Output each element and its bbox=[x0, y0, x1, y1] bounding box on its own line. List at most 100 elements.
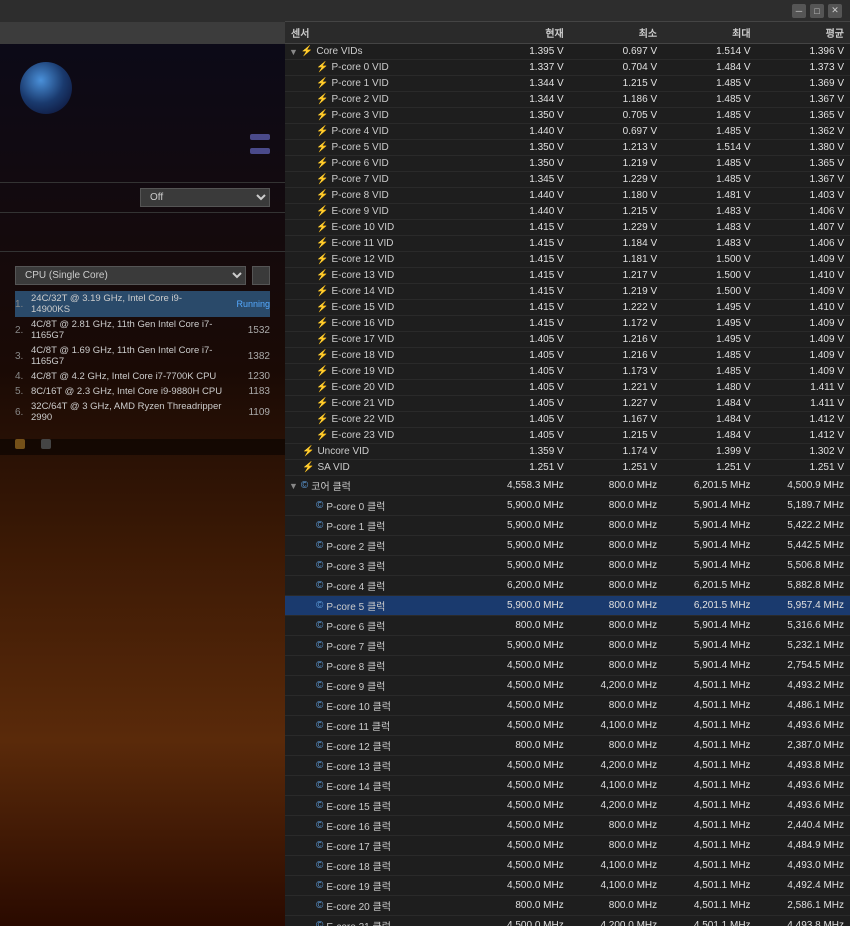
table-row[interactable]: ▼ ⚡ Core VIDs 1.395 V 0.697 V 1.514 V 1.… bbox=[285, 44, 850, 60]
table-row[interactable]: © E-core 12 클럭 800.0 MHz 800.0 MHz 4,501… bbox=[285, 736, 850, 756]
table-row[interactable]: ⚡ E-core 17 VID 1.405 V 1.216 V 1.495 V … bbox=[285, 332, 850, 348]
table-row[interactable]: © E-core 20 클럭 800.0 MHz 800.0 MHz 4,501… bbox=[285, 896, 850, 916]
table-row[interactable]: © P-core 3 클럭 5,900.0 MHz 800.0 MHz 5,90… bbox=[285, 556, 850, 576]
table-row[interactable]: © E-core 10 클럭 4,500.0 MHz 800.0 MHz 4,5… bbox=[285, 696, 850, 716]
table-row[interactable]: ⚡ E-core 22 VID 1.405 V 1.167 V 1.484 V … bbox=[285, 412, 850, 428]
table-row[interactable]: © E-core 18 클럭 4,500.0 MHz 4,100.0 MHz 4… bbox=[285, 856, 850, 876]
sensor-max: 5,901.4 MHz bbox=[663, 516, 756, 536]
table-row[interactable]: ⚡ P-core 3 VID 1.350 V 0.705 V 1.485 V 1… bbox=[285, 108, 850, 124]
table-row[interactable]: ⚡ E-core 16 VID 1.415 V 1.172 V 1.495 V … bbox=[285, 316, 850, 332]
sensor-avg: 1.409 V bbox=[757, 364, 850, 380]
table-row[interactable]: © E-core 15 클럭 4,500.0 MHz 4,200.0 MHz 4… bbox=[285, 796, 850, 816]
col-min: 최소 bbox=[570, 22, 663, 44]
sensor-name: © E-core 9 클럭 bbox=[303, 678, 470, 693]
table-row[interactable]: ⚡ P-core 1 VID 1.344 V 1.215 V 1.485 V 1… bbox=[285, 76, 850, 92]
table-row[interactable]: ⚡ E-core 18 VID 1.405 V 1.216 V 1.485 V … bbox=[285, 348, 850, 364]
rank-score: 1183 bbox=[235, 386, 270, 397]
details-button[interactable] bbox=[252, 266, 270, 285]
cpu-icon: © bbox=[316, 920, 323, 926]
table-row[interactable]: © E-core 14 클럭 4,500.0 MHz 4,100.0 MHz 4… bbox=[285, 776, 850, 796]
sensor-name: © E-core 10 클럭 bbox=[303, 698, 470, 713]
table-row[interactable]: ⚡ P-core 7 VID 1.345 V 1.229 V 1.485 V 1… bbox=[285, 172, 850, 188]
sensor-current: 800.0 MHz bbox=[476, 896, 569, 916]
sensor-min: 1.216 V bbox=[570, 348, 663, 364]
sensor-max: 1.251 V bbox=[663, 460, 756, 476]
minimize-button[interactable]: ─ bbox=[792, 4, 806, 18]
col-sensor: 센서 bbox=[285, 22, 476, 44]
table-row[interactable]: ⚡ E-core 23 VID 1.405 V 1.215 V 1.484 V … bbox=[285, 428, 850, 444]
sensor-current: 6,200.0 MHz bbox=[476, 576, 569, 596]
sensor-min: 0.697 V bbox=[570, 124, 663, 140]
sensor-current: 1.350 V bbox=[476, 140, 569, 156]
table-row[interactable]: © P-core 2 클럭 5,900.0 MHz 800.0 MHz 5,90… bbox=[285, 536, 850, 556]
sensor-name-cell: ⚡ P-core 0 VID bbox=[285, 60, 476, 76]
expand-icon[interactable]: ▼ bbox=[289, 47, 298, 57]
table-row[interactable]: ⚡ P-core 2 VID 1.344 V 1.186 V 1.485 V 1… bbox=[285, 92, 850, 108]
table-row[interactable]: © E-core 13 클럭 4,500.0 MHz 4,200.0 MHz 4… bbox=[285, 756, 850, 776]
table-row[interactable]: © E-core 16 클럭 4,500.0 MHz 800.0 MHz 4,5… bbox=[285, 816, 850, 836]
sensor-avg: 4,492.4 MHz bbox=[757, 876, 850, 896]
table-row[interactable]: ⚡ Uncore VID 1.359 V 1.174 V 1.399 V 1.3… bbox=[285, 444, 850, 460]
table-row[interactable]: ⚡ P-core 5 VID 1.350 V 1.213 V 1.514 V 1… bbox=[285, 140, 850, 156]
table-row[interactable]: © E-core 11 클럭 4,500.0 MHz 4,100.0 MHz 4… bbox=[285, 716, 850, 736]
table-row[interactable]: ⚡ E-core 15 VID 1.415 V 1.222 V 1.495 V … bbox=[285, 300, 850, 316]
sensor-max: 1.399 V bbox=[663, 444, 756, 460]
sensor-current: 5,900.0 MHz bbox=[476, 536, 569, 556]
ranking-filter-select[interactable]: CPU (Single Core) bbox=[15, 266, 246, 285]
sensor-min: 1.221 V bbox=[570, 380, 663, 396]
table-row[interactable]: ⚡ E-core 14 VID 1.415 V 1.219 V 1.500 V … bbox=[285, 284, 850, 300]
sensor-min: 1.167 V bbox=[570, 412, 663, 428]
bolt-icon: ⚡ bbox=[316, 142, 328, 153]
table-row[interactable]: ⚡ E-core 10 VID 1.415 V 1.229 V 1.483 V … bbox=[285, 220, 850, 236]
table-row[interactable]: ⚡ E-core 12 VID 1.415 V 1.181 V 1.500 V … bbox=[285, 252, 850, 268]
single-core-start-button[interactable] bbox=[250, 148, 270, 154]
table-row[interactable]: © P-core 5 클럭 5,900.0 MHz 800.0 MHz 6,20… bbox=[285, 596, 850, 616]
sensor-name-cell: © P-core 0 클럭 bbox=[285, 496, 476, 516]
table-row[interactable]: ⚡ E-core 21 VID 1.405 V 1.227 V 1.484 V … bbox=[285, 396, 850, 412]
duration-select[interactable]: Off bbox=[140, 188, 270, 207]
sensor-name-cell: © P-core 3 클럭 bbox=[285, 556, 476, 576]
ranking-list: 1. 24C/32T @ 3.19 GHz, Intel Core i9-149… bbox=[15, 291, 270, 425]
table-row[interactable]: © P-core 6 클럭 800.0 MHz 800.0 MHz 5,901.… bbox=[285, 616, 850, 636]
table-row[interactable]: ⚡ E-core 9 VID 1.440 V 1.215 V 1.483 V 1… bbox=[285, 204, 850, 220]
table-row[interactable]: © P-core 1 클럭 5,900.0 MHz 800.0 MHz 5,90… bbox=[285, 516, 850, 536]
table-row[interactable]: ⚡ SA VID 1.251 V 1.251 V 1.251 V 1.251 V bbox=[285, 460, 850, 476]
sensor-table-container[interactable]: 센서 현재 최소 최대 평균 ▼ ⚡ Core VIDs 1.395 V 0.6… bbox=[285, 22, 850, 926]
table-row[interactable]: ▼ © 코어 클럭 4,558.3 MHz 800.0 MHz 6,201.5 … bbox=[285, 476, 850, 496]
table-row[interactable]: ⚡ P-core 8 VID 1.440 V 1.180 V 1.481 V 1… bbox=[285, 188, 850, 204]
sensor-min: 4,100.0 MHz bbox=[570, 856, 663, 876]
sensor-max: 1.514 V bbox=[663, 44, 756, 60]
sensor-max: 1.485 V bbox=[663, 108, 756, 124]
table-row[interactable]: © E-core 9 클럭 4,500.0 MHz 4,200.0 MHz 4,… bbox=[285, 676, 850, 696]
table-row[interactable]: ⚡ P-core 0 VID 1.337 V 0.704 V 1.484 V 1… bbox=[285, 60, 850, 76]
sensor-min: 800.0 MHz bbox=[570, 736, 663, 756]
table-row[interactable]: ⚡ P-core 6 VID 1.350 V 1.219 V 1.485 V 1… bbox=[285, 156, 850, 172]
sensor-current: 1.415 V bbox=[476, 236, 569, 252]
sensor-current: 1.405 V bbox=[476, 412, 569, 428]
sensor-max: 6,201.5 MHz bbox=[663, 476, 756, 496]
multi-core-start-button[interactable] bbox=[250, 134, 270, 140]
sensor-current: 5,900.0 MHz bbox=[476, 556, 569, 576]
bolt-icon: ⚡ bbox=[316, 190, 328, 201]
maximize-button[interactable]: □ bbox=[810, 4, 824, 18]
table-row[interactable]: ⚡ E-core 20 VID 1.405 V 1.221 V 1.480 V … bbox=[285, 380, 850, 396]
table-row[interactable]: © P-core 7 클럭 5,900.0 MHz 800.0 MHz 5,90… bbox=[285, 636, 850, 656]
table-row[interactable]: © P-core 0 클럭 5,900.0 MHz 800.0 MHz 5,90… bbox=[285, 496, 850, 516]
table-row[interactable]: © E-core 19 클럭 4,500.0 MHz 4,100.0 MHz 4… bbox=[285, 876, 850, 896]
sensor-name: © P-core 2 클럭 bbox=[303, 538, 470, 553]
table-row[interactable]: © P-core 8 클럭 4,500.0 MHz 800.0 MHz 5,90… bbox=[285, 656, 850, 676]
table-row[interactable]: ⚡ E-core 13 VID 1.415 V 1.217 V 1.500 V … bbox=[285, 268, 850, 284]
sensor-max: 4,501.1 MHz bbox=[663, 876, 756, 896]
table-row[interactable]: © E-core 17 클럭 4,500.0 MHz 800.0 MHz 4,5… bbox=[285, 836, 850, 856]
expand-icon[interactable]: ▼ bbox=[289, 481, 298, 491]
sensor-name-cell: ⚡ E-core 22 VID bbox=[285, 412, 476, 428]
sensor-name-cell: © E-core 10 클럭 bbox=[285, 696, 476, 716]
table-row[interactable]: © P-core 4 클럭 6,200.0 MHz 800.0 MHz 6,20… bbox=[285, 576, 850, 596]
bolt-icon: ⚡ bbox=[316, 350, 328, 361]
sensor-name: ⚡ P-core 4 VID bbox=[303, 126, 470, 137]
table-row[interactable]: ⚡ P-core 4 VID 1.440 V 0.697 V 1.485 V 1… bbox=[285, 124, 850, 140]
table-row[interactable]: © E-core 21 클럭 4,500.0 MHz 4,200.0 MHz 4… bbox=[285, 916, 850, 926]
close-button[interactable]: ✕ bbox=[828, 4, 842, 18]
table-row[interactable]: ⚡ E-core 19 VID 1.405 V 1.173 V 1.485 V … bbox=[285, 364, 850, 380]
table-row[interactable]: ⚡ E-core 11 VID 1.415 V 1.184 V 1.483 V … bbox=[285, 236, 850, 252]
